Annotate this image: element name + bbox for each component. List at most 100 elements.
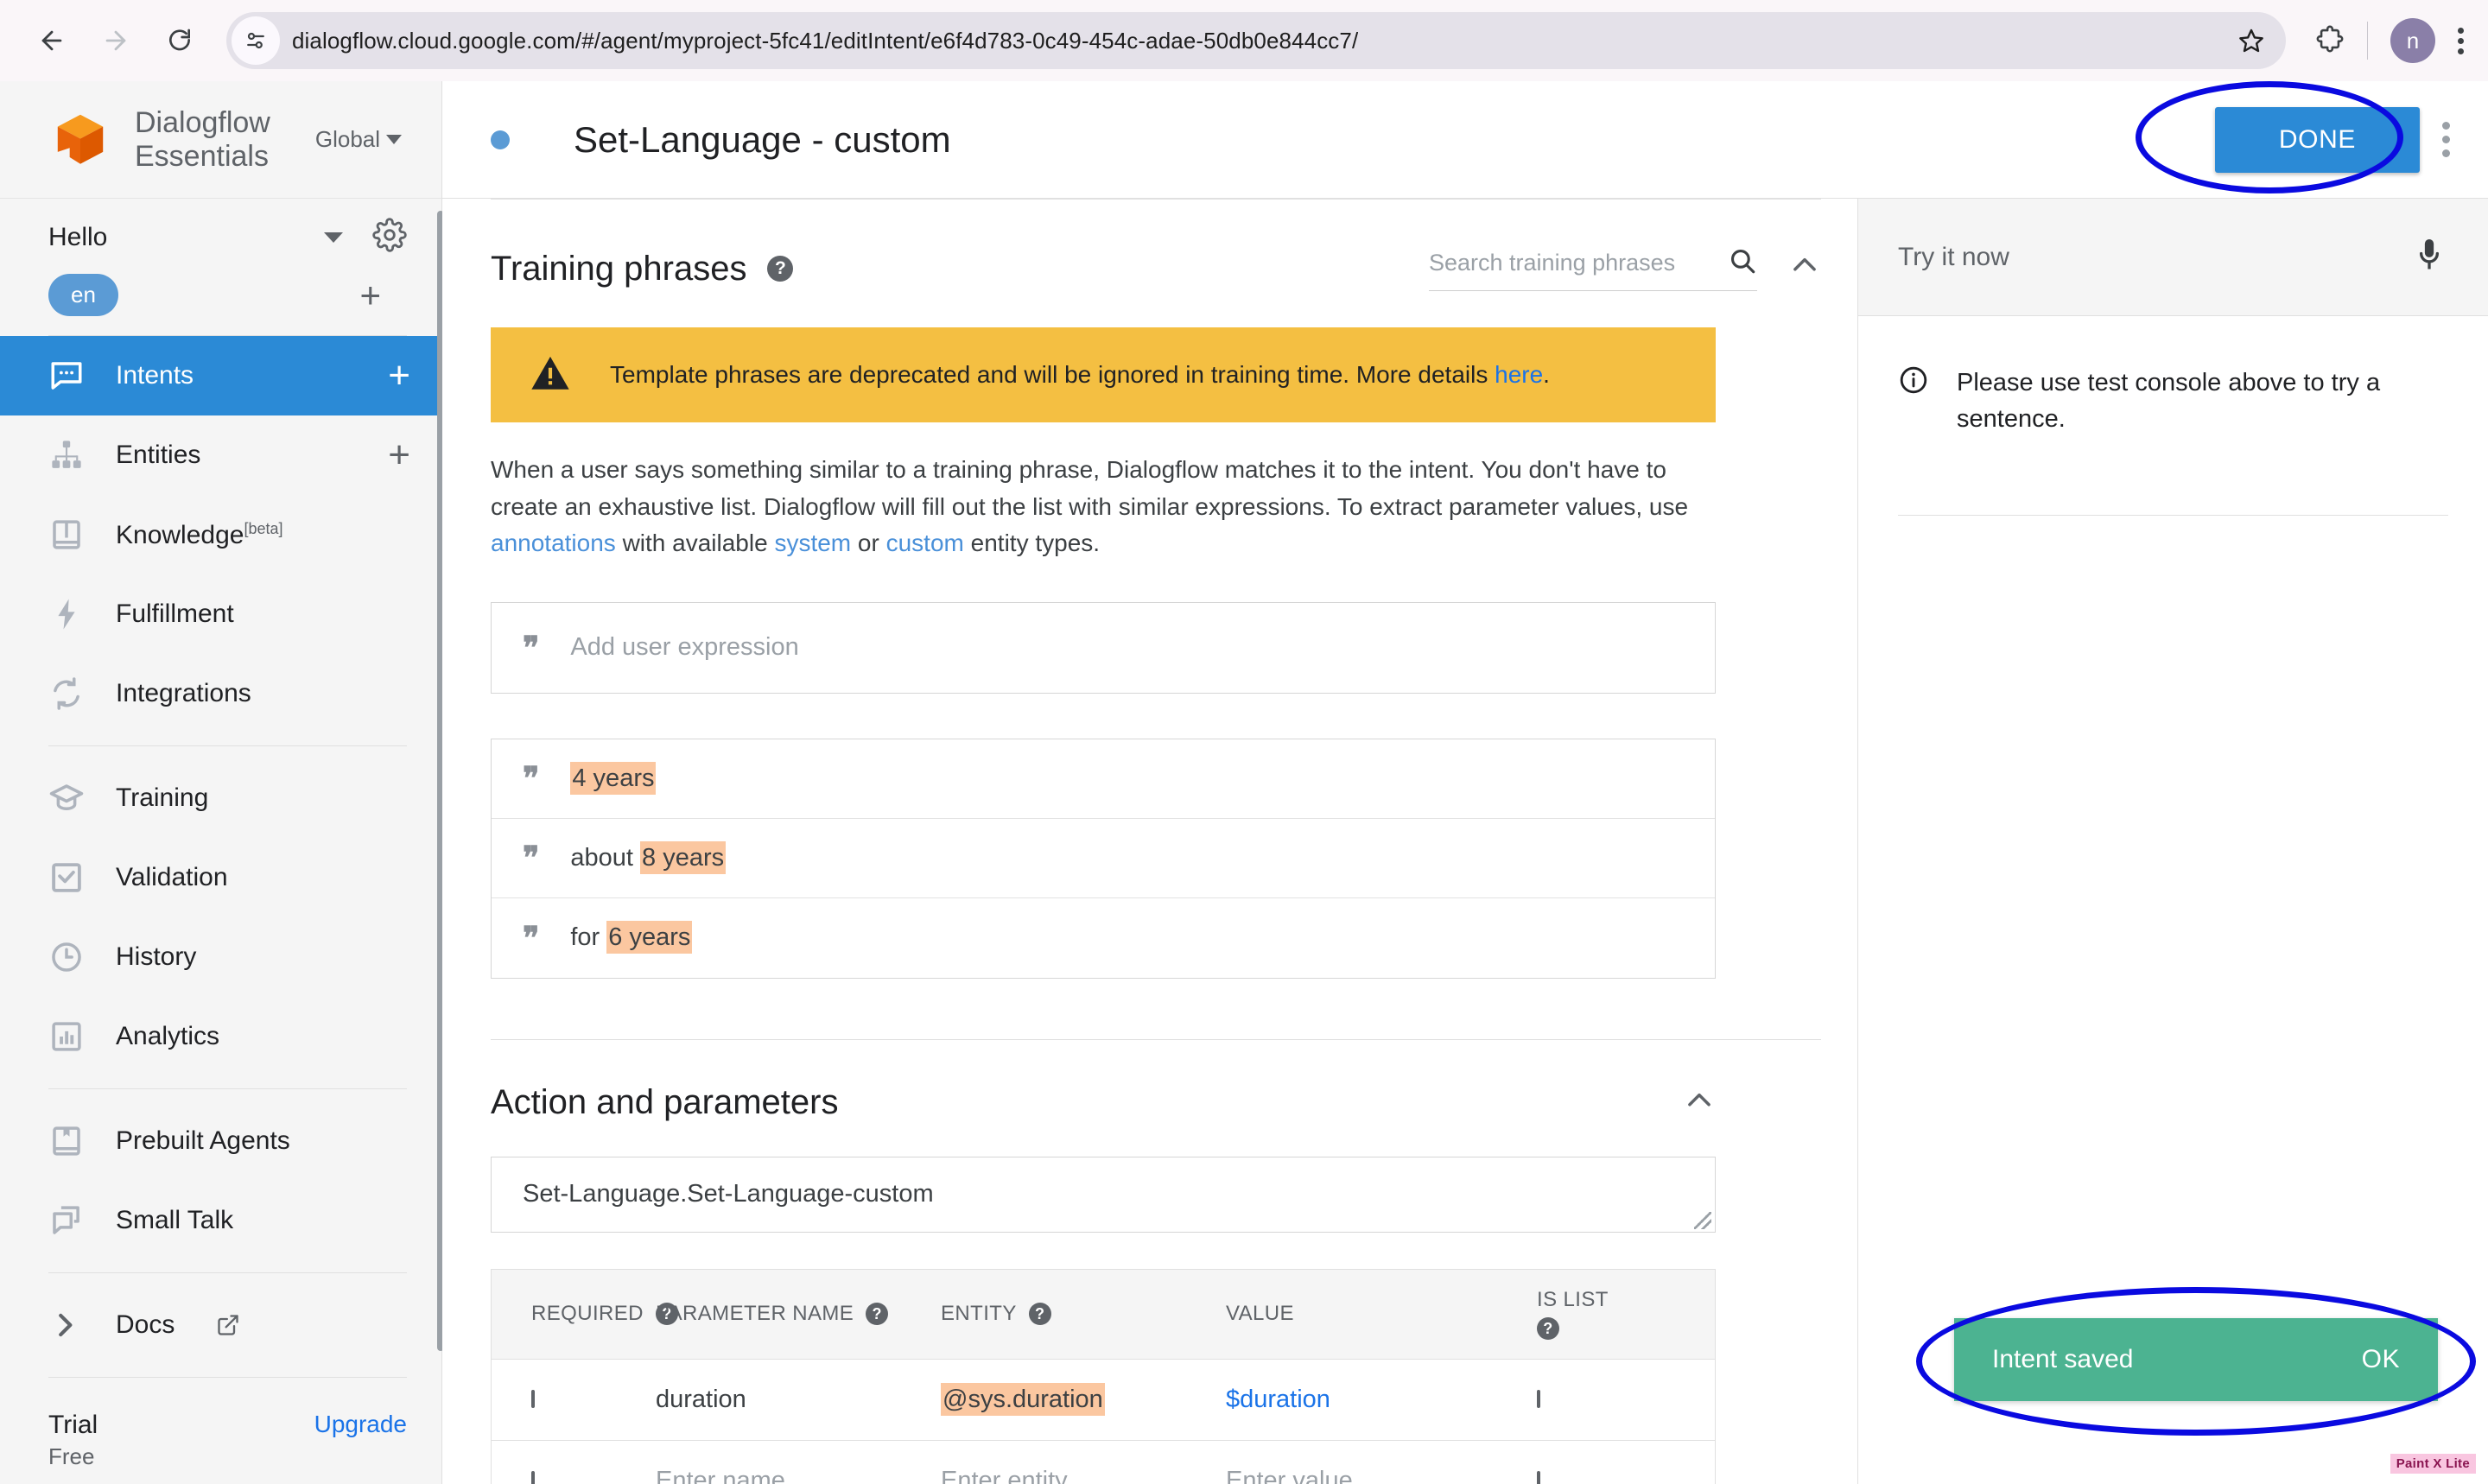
add-user-expression-input[interactable]: ❞ Add user expression [491,602,1716,694]
header-actions: DONE [2215,107,2450,173]
required-checkbox[interactable] [531,1390,535,1408]
kebab-dot [2442,149,2450,157]
custom-entities-link[interactable]: custom [886,530,964,556]
training-phrase-row[interactable]: ❞ 4 years [492,739,1715,819]
app-shell: Dialogflow Essentials Global Hello [0,81,2488,1484]
address-bar[interactable]: dialogflow.cloud.google.com/#/agent/mypr… [226,12,2286,69]
add-language-button[interactable]: + [359,277,381,314]
extensions-button[interactable] [2315,24,2345,58]
system-entities-link[interactable]: system [774,530,851,556]
cell-entity-placeholder[interactable]: Enter entity [941,1467,1226,1484]
add-intent-button[interactable]: + [388,357,410,395]
sidebar-item-label: Small Talk [116,1206,233,1235]
sidebar-item-knowledge[interactable]: Knowledge[beta] [0,495,441,574]
phrase-annotation[interactable]: 6 years [606,921,692,954]
sidebar-item-prebuilt-agents[interactable]: Prebuilt Agents [0,1101,441,1181]
training-phrase-row[interactable]: ❞ for 6 years [492,898,1715,978]
collapse-training-phrases-button[interactable] [1788,249,1821,286]
intent-overflow-menu-button[interactable] [2442,122,2450,157]
toast-ok-button[interactable]: OK [2362,1345,2400,1374]
microphone-icon [2410,236,2448,274]
training-cap-icon [48,780,86,816]
table-row[interactable]: duration @sys.duration $duration [492,1360,1715,1441]
done-button[interactable]: DONE [2215,107,2420,173]
reload-button[interactable] [152,13,207,68]
sidebar-item-validation[interactable]: Validation [0,838,441,917]
entity-chip[interactable]: @sys.duration [941,1383,1105,1416]
chevron-down-icon[interactable] [324,232,343,243]
sidebar-item-docs[interactable]: Docs [0,1285,441,1365]
chrome-menu-button[interactable] [2458,28,2464,54]
status-dot [491,130,510,149]
region-selector[interactable]: Global [315,126,402,153]
collapse-action-parameters-button[interactable] [1683,1084,1716,1121]
search-training-phrases-input[interactable]: Search training phrases [1429,246,1757,291]
sidebar-item-intents[interactable]: Intents + [0,336,441,415]
back-button[interactable] [24,13,79,68]
training-phrase-row[interactable]: ❞ about 8 years [492,819,1715,898]
beta-badge: [beta] [244,520,282,537]
sidebar-item-label: History [116,942,196,972]
cell-entity[interactable]: @sys.duration [941,1386,1226,1414]
action-name-input[interactable]: Set-Language.Set-Language-custom [491,1157,1716,1233]
sidebar-item-small-talk[interactable]: Small Talk [0,1181,441,1260]
warning-here-link[interactable]: here [1495,361,1543,388]
sidebar-item-integrations[interactable]: Integrations [0,654,441,733]
sidebar-item-label: Fulfillment [116,599,234,629]
help-icon[interactable]: ? [1029,1303,1051,1325]
sidebar-item-entities[interactable]: Entities + [0,415,441,495]
help-icon[interactable]: ? [1537,1317,1559,1340]
cell-required [492,1392,656,1407]
add-entity-button[interactable]: + [388,436,410,474]
sidebar-item-label: Analytics [116,1022,219,1051]
required-checkbox[interactable] [531,1471,535,1484]
bookmark-button[interactable] [2237,27,2277,54]
phrase-annotation[interactable]: 8 years [640,841,726,874]
warning-text-after: . [1543,361,1550,388]
plan-status: Free [48,1443,98,1470]
content-wrapper: Training phrases ? Search training phras… [442,199,2488,1484]
language-chip-en[interactable]: en [48,274,118,316]
deprecation-warning-banner: Template phrases are deprecated and will… [491,327,1716,422]
toolbar-divider [2367,22,2368,60]
help-icon[interactable]: ? [767,256,793,282]
cell-value[interactable]: $duration [1226,1386,1537,1414]
profile-avatar[interactable]: n [2390,18,2435,63]
microphone-button[interactable] [2410,236,2448,278]
is-list-checkbox[interactable] [1537,1390,1540,1408]
help-icon[interactable]: ? [866,1303,888,1325]
upgrade-link[interactable]: Upgrade [314,1411,407,1438]
sidebar-item-training[interactable]: Training [0,758,441,838]
sidebar-divider [48,1377,407,1378]
kebab-dot [2442,122,2450,130]
phrase-annotation[interactable]: 4 years [570,762,656,795]
table-row[interactable]: Enter name Enter entity Enter value [492,1441,1715,1484]
column-label: ENTITY [941,1302,1017,1326]
intent-header: Set-Language - custom DONE [442,81,2488,199]
column-header-is-list: IS LIST ? [1537,1288,1666,1340]
cell-parameter-name[interactable]: duration [656,1386,941,1414]
sidebar-item-fulfillment[interactable]: Fulfillment [0,574,441,654]
dialogflow-logo-icon [48,108,112,172]
forward-button[interactable] [88,13,143,68]
search-icon[interactable] [1728,246,1757,280]
is-list-checkbox[interactable] [1537,1471,1540,1484]
sidebar-item-label: Validation [116,863,228,892]
sidebar-item-label: Prebuilt Agents [116,1126,290,1156]
agent-row[interactable]: Hello [48,218,407,257]
cell-value-placeholder[interactable]: Enter value [1226,1467,1537,1484]
sidebar-item-history[interactable]: History [0,917,441,997]
column-header-parameter-name: PARAMETER NAME ? [656,1302,941,1326]
try-it-now-input[interactable]: Try it now [1898,243,2009,272]
table-header-row: REQUIRED ? PARAMETER NAME ? ENTITY ? [492,1270,1715,1360]
cell-parameter-name-placeholder[interactable]: Enter name [656,1467,941,1484]
main-area: Set-Language - custom DONE Training p [442,81,2488,1484]
intent-editor-scroll[interactable]: Training phrases ? Search training phras… [442,199,1857,1484]
site-settings-button[interactable] [232,16,280,65]
agent-settings-button[interactable] [372,218,407,257]
resize-handle[interactable] [1694,1212,1711,1229]
sidebar-item-label: Intents [116,361,194,390]
annotations-link[interactable]: annotations [491,530,616,556]
toast-message: Intent saved [1992,1345,2133,1374]
sidebar-item-analytics[interactable]: Analytics [0,997,441,1076]
